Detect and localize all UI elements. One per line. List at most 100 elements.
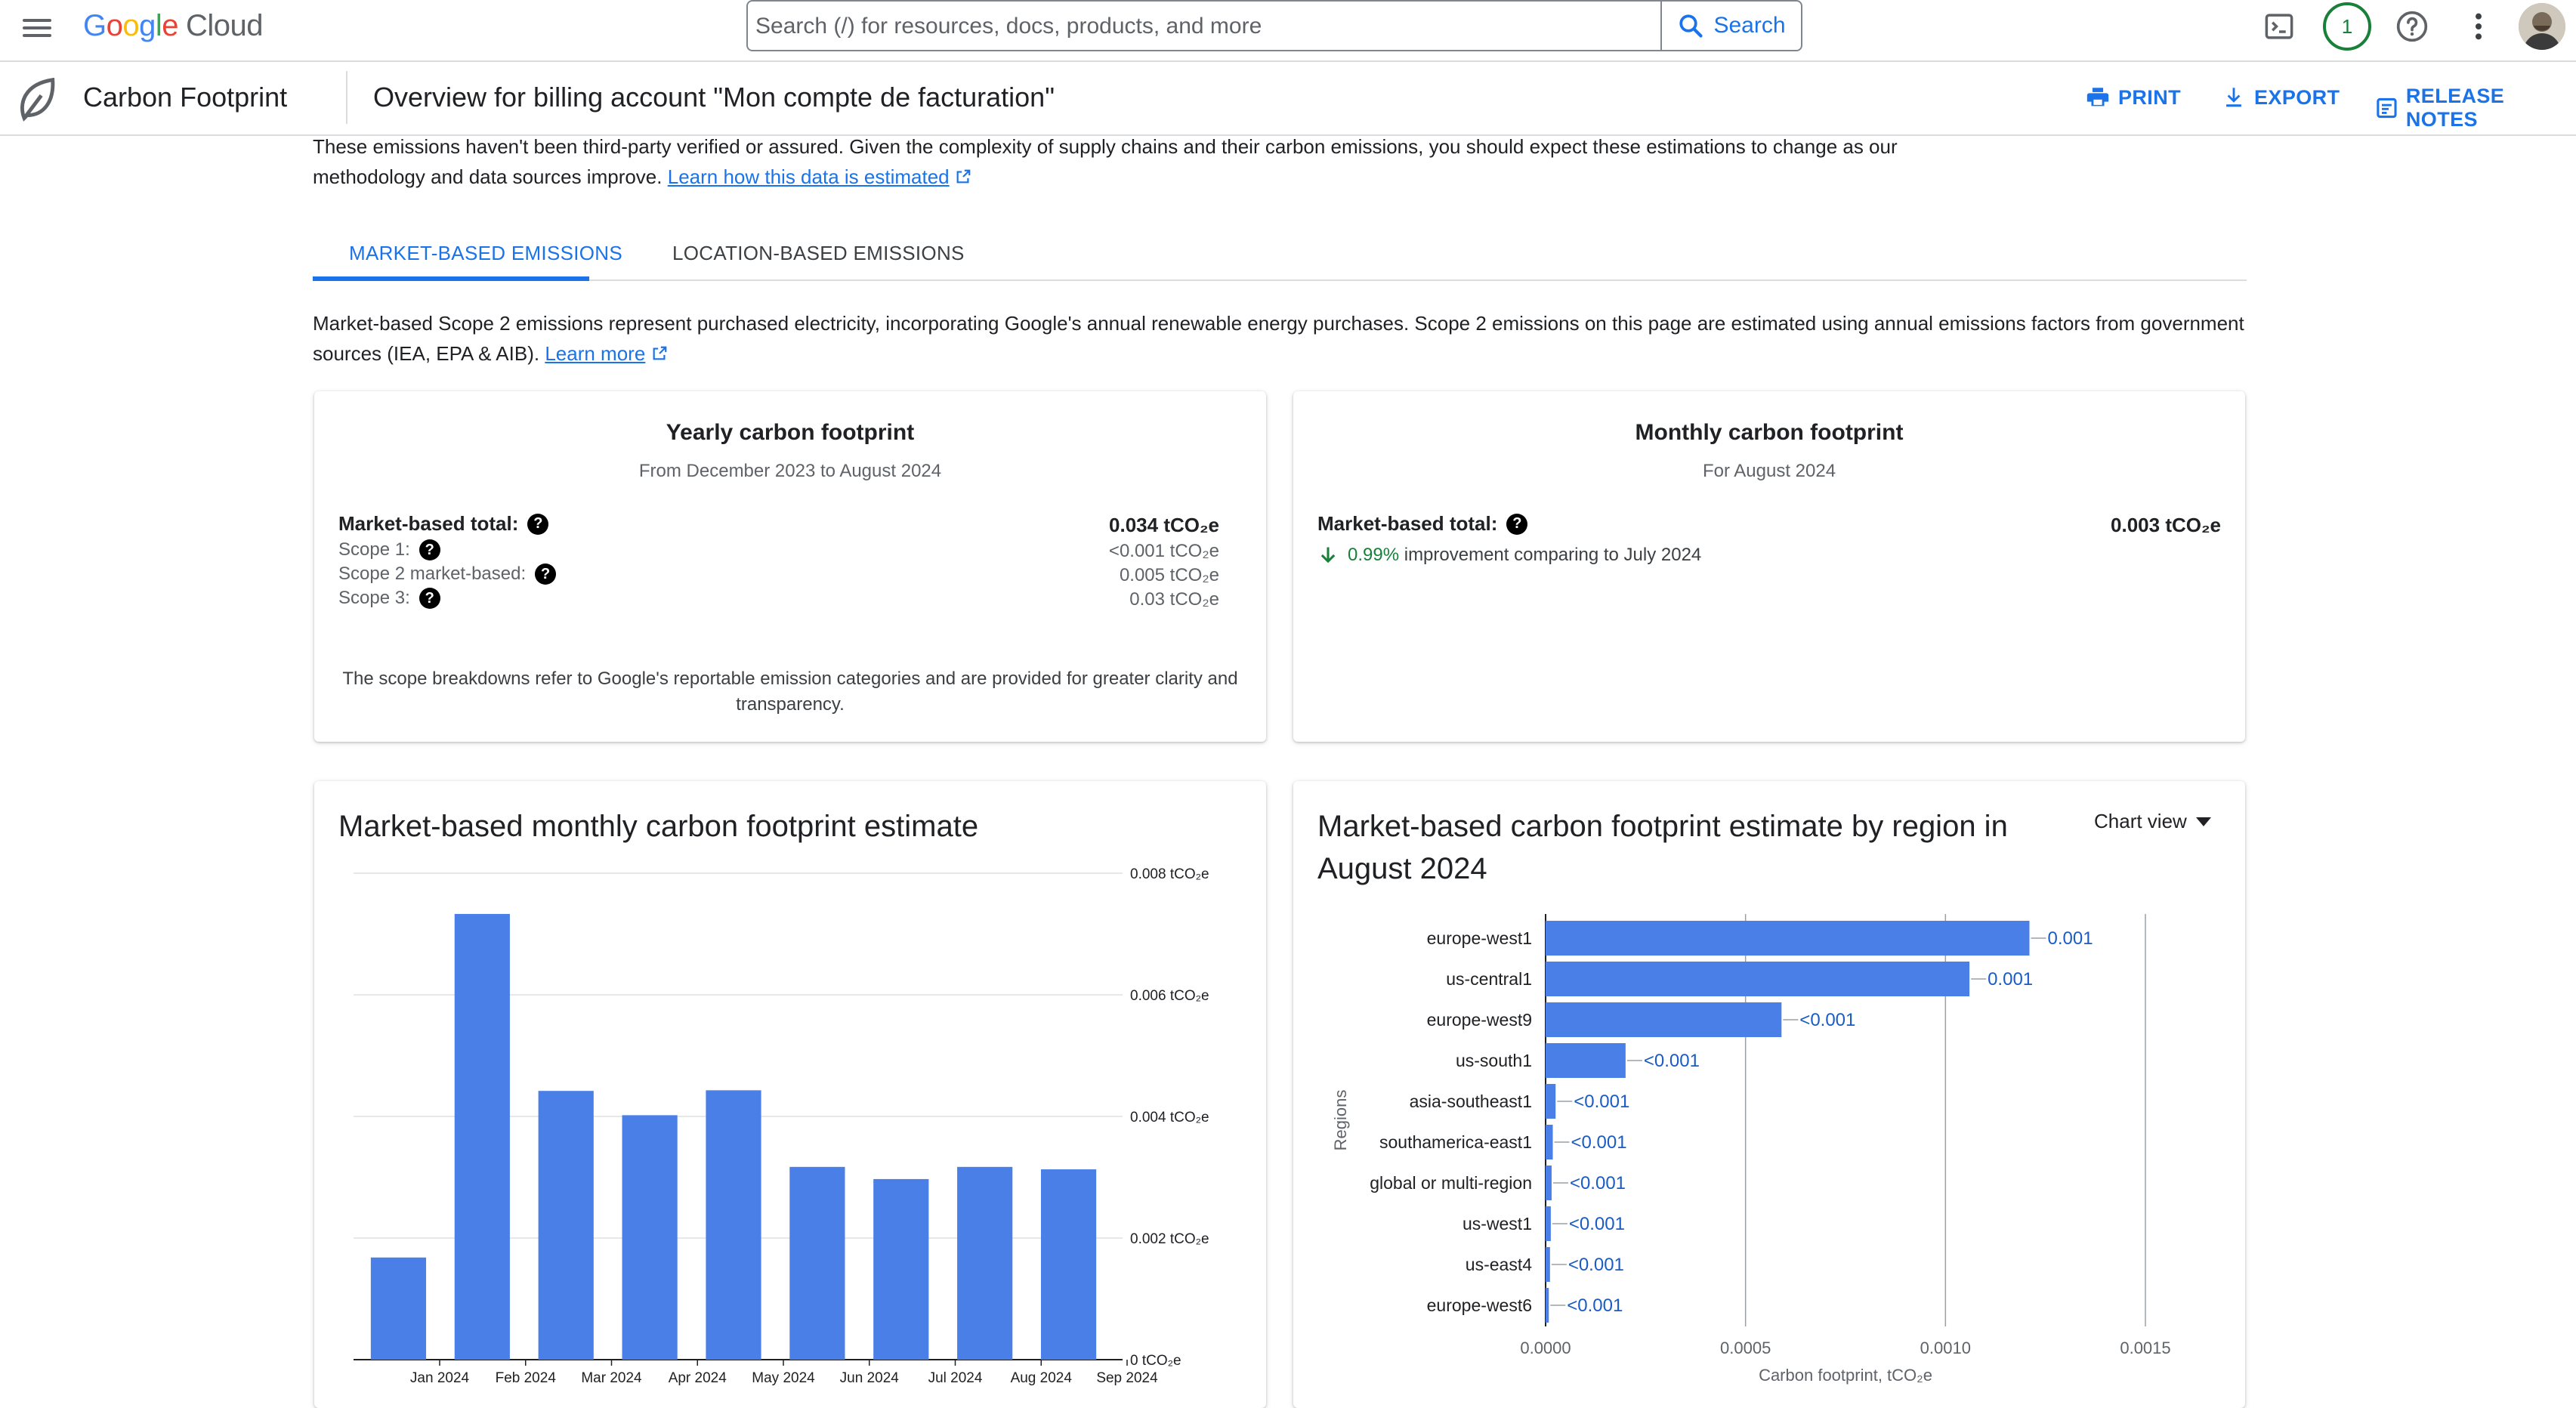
bar-may-2024 [706, 1090, 761, 1360]
data-label: <0.001 [1644, 1051, 1700, 1071]
bar-us-west1 [1546, 1206, 1551, 1241]
notifications-count: 1 [2323, 2, 2371, 51]
export-button[interactable]: EXPORT [2221, 85, 2340, 110]
scope2-description-line-2: sources (IEA, EPA & AIB). Learn more [313, 338, 2254, 369]
scope2-value: 0.005 tCO₂e [1119, 565, 1219, 585]
scope2-label: Scope 2 market-based: [338, 564, 527, 584]
scope2-row: Scope 2 market-based: ? [338, 564, 557, 585]
account-avatar[interactable] [2519, 3, 2565, 50]
yearly-footprint-card: Yearly carbon footprint From December 20… [314, 391, 1266, 742]
bar-feb-2024 [454, 913, 510, 1360]
disclaimer-text: methodology and data sources improve. [313, 165, 663, 188]
tab-market-based[interactable]: MARKET-BASED EMISSIONS [349, 242, 622, 265]
help-icon[interactable]: ? [1506, 513, 1528, 535]
data-label: <0.001 [1567, 1295, 1623, 1316]
y-tick-label: asia-southeast1 [1410, 1092, 1532, 1111]
y-axis-label: Regions [1331, 1090, 1350, 1151]
page-title: Overview for billing account "Mon compte… [373, 82, 1055, 113]
scope1-value: <0.001 tCO₂e [1108, 541, 1219, 561]
x-tick-label: Apr 2024 [669, 1370, 727, 1385]
scope1-label: Scope 1: [338, 539, 410, 560]
learn-more-link[interactable]: Learn more [545, 342, 645, 365]
region-chart-card: Market-based carbon footprint estimate b… [1293, 781, 2245, 1408]
x-tick-label: Jul 2024 [928, 1370, 983, 1385]
bar-mar-2024 [538, 1091, 594, 1360]
download-icon [2226, 88, 2241, 107]
print-label: PRINT [2118, 85, 2181, 109]
y-tick-label: us-east4 [1466, 1255, 1532, 1274]
monthly-total-value: 0.003 tCO₂e [2111, 514, 2221, 536]
scope3-value: 0.03 tCO₂e [1129, 589, 1219, 610]
monthly-chart-card: Market-based monthly carbon footprint es… [314, 781, 1266, 1408]
monthly-total-label: Market-based total: [1317, 512, 1498, 535]
yearly-total-value: 0.034 tCO₂e [1109, 514, 1219, 536]
bar-jun-2024 [789, 1166, 845, 1360]
x-axis-label: Carbon footprint, tCO₂e [1759, 1366, 1932, 1385]
help-icon[interactable]: ? [535, 564, 557, 585]
improvement-percent: 0.99% [1348, 545, 1400, 565]
y-tick-label: europe-west9 [1427, 1010, 1532, 1030]
print-button[interactable]: PRINT [2085, 85, 2181, 110]
x-tick-label: Feb 2024 [496, 1370, 557, 1385]
product-name: Carbon Footprint [83, 82, 288, 113]
bar-europe-west1 [1546, 921, 2030, 956]
y-tick-label: 0.006 tCO₂e [1130, 988, 1209, 1004]
bar-europe-west6 [1546, 1288, 1549, 1323]
bar-us-south1 [1546, 1043, 1626, 1078]
header-divider [346, 71, 347, 124]
x-tick-label: Jun 2024 [840, 1370, 900, 1385]
main-menu-icon[interactable] [20, 14, 54, 43]
y-tick-label: global or multi-region [1370, 1173, 1532, 1193]
product-header: Carbon Footprint Overview for billing ac… [0, 63, 2576, 136]
release-notes-label: RELEASE NOTES [2405, 85, 2505, 131]
tab-location-based[interactable]: LOCATION-BASED EMISSIONS [672, 242, 965, 265]
search-button[interactable]: Search [1660, 2, 1801, 50]
data-label: <0.001 [1570, 1173, 1626, 1193]
monthly-footprint-card: Monthly carbon footprint For August 2024… [1293, 391, 2245, 742]
search-input[interactable] [755, 9, 1639, 44]
monthly-bar-chart: 0.008 tCO₂e 0.006 tCO₂e 0.004 tCO₂e 0.002 t… [354, 866, 1209, 1385]
data-label: 0.001 [1988, 969, 2033, 990]
bar-us-central1 [1546, 962, 1970, 996]
disclaimer-line-1: These emissions haven't been third-party… [313, 135, 1898, 158]
bar-europe-west9 [1546, 1002, 1782, 1037]
improvement-row: 0.99% improvement comparing to July 2024 [1317, 544, 1701, 567]
yearly-card-subtitle: From December 2023 to August 2024 [638, 461, 942, 481]
external-link-icon [653, 346, 666, 360]
data-label: <0.001 [1569, 1214, 1625, 1234]
verification-disclaimer: These emissions haven't been third-party… [313, 131, 1975, 192]
help-icon[interactable]: ? [419, 539, 440, 560]
notifications-button[interactable]: 1 [2322, 2, 2372, 51]
data-label: 0.001 [2047, 928, 2093, 949]
scope2-description: Market-based Scope 2 emissions represent… [313, 308, 2254, 369]
help-icon[interactable]: ? [419, 588, 440, 609]
google-cloud-logo[interactable]: Google Cloud [83, 9, 264, 43]
bar-jan-2024 [370, 1257, 427, 1360]
bar-asia-southeast1 [1546, 1084, 1556, 1119]
data-label: <0.001 [1568, 1255, 1624, 1275]
search-icon [1679, 14, 1703, 38]
arrow-down-icon [1320, 547, 1336, 564]
yearly-card-title: Yearly carbon footprint [666, 420, 915, 445]
data-label: <0.001 [1571, 1132, 1627, 1153]
search-bar: Search [746, 0, 1802, 51]
help-icon[interactable] [2393, 8, 2431, 45]
x-tick-label: 0.0005 [1720, 1339, 1771, 1357]
scope2-description-text: sources (IEA, EPA & AIB). [313, 342, 540, 365]
yearly-total-label: Market-based total: [338, 512, 519, 535]
release-notes-button[interactable]: RELEASE NOTES [2375, 85, 2576, 131]
learn-how-estimated-link[interactable]: Learn how this data is estimated [668, 165, 950, 188]
external-link-icon [956, 169, 971, 184]
more-options-icon[interactable] [2460, 8, 2497, 45]
scope1-row: Scope 1: ? [338, 539, 440, 560]
help-icon[interactable]: ? [527, 513, 549, 535]
y-tick-label: us-south1 [1456, 1051, 1532, 1070]
y-tick-label: 0.008 tCO₂e [1130, 866, 1209, 882]
data-label: <0.001 [1574, 1092, 1629, 1112]
scope-breakdown-note: The scope breakdowns refer to Google's r… [329, 666, 1251, 718]
cloud-shell-icon[interactable] [2260, 8, 2298, 45]
x-tick-label: Jan 2024 [410, 1370, 470, 1385]
monthly-total-row: Market-based total: ? [1317, 512, 1528, 536]
region-bar-chart: 0.0000 0.0005 0.0010 0.0015 europe-west1 0.00… [1331, 914, 2171, 1385]
scope-note-line-1: The scope breakdowns refer to Google's r… [342, 668, 1238, 689]
